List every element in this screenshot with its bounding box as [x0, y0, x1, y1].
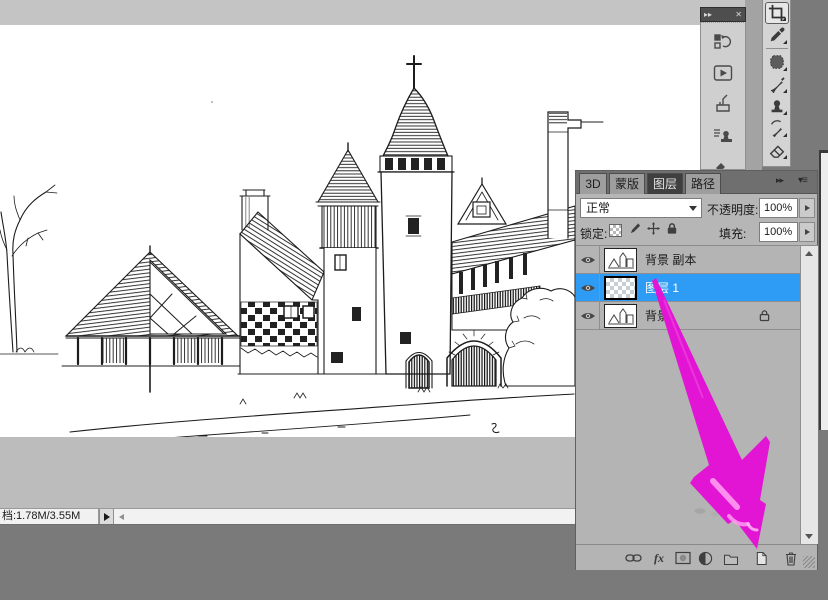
lock-transparency-icon[interactable]: [609, 224, 622, 237]
panel-tab-bar: 3D 蒙版 图层 路径 ▸▸ ▾≡: [576, 171, 817, 194]
right-arrow-icon: [805, 229, 810, 235]
link-layers-icon[interactable]: [624, 550, 642, 566]
lock-icon: [759, 309, 770, 325]
layer-name: 图层 1: [645, 279, 679, 296]
chevron-down-icon: [689, 206, 697, 211]
close-icon[interactable]: ✕: [735, 10, 742, 19]
layer-thumbnail[interactable]: [604, 248, 637, 272]
layer-list: 背景 副本 图层 1 背景: [576, 245, 800, 544]
history-icon[interactable]: [711, 31, 735, 53]
panel-gutter: [745, 0, 762, 170]
delete-layer-icon[interactable]: [782, 550, 800, 566]
opacity-spinner[interactable]: [799, 198, 815, 218]
new-layer-button[interactable]: [752, 550, 770, 566]
layer-style-icon[interactable]: fx: [650, 550, 668, 566]
layer-controls: 正常 不透明度: 100% 锁定: 填充: 100%: [576, 194, 817, 245]
eye-icon: [580, 311, 596, 321]
eyedropper-tool[interactable]: [765, 24, 789, 46]
dock-header: ▸▸ ✕: [700, 7, 746, 22]
eye-icon: [580, 255, 596, 265]
tab-paths[interactable]: 路径: [685, 173, 721, 194]
tool-separator: [766, 48, 788, 49]
layer-name: 背景 副本: [645, 251, 696, 268]
history-brush-tool[interactable]: [765, 117, 789, 139]
layer-thumbnail[interactable]: [604, 304, 637, 328]
layers-scrollbar[interactable]: [800, 245, 818, 544]
lock-all-icon[interactable]: [666, 222, 678, 238]
lock-options: [609, 222, 678, 238]
eye-icon: [580, 283, 596, 293]
layer-name: 背景: [645, 307, 669, 324]
status-menu-button[interactable]: [99, 509, 114, 524]
brushes-icon[interactable]: [711, 155, 735, 170]
opacity-label: 不透明度:: [707, 201, 758, 218]
new-group-icon[interactable]: [722, 550, 740, 566]
photoshop-window: 档:1.78M/3.55M ▸▸ ✕: [0, 0, 828, 600]
layer-row-layer-1[interactable]: 图层 1: [576, 274, 800, 302]
blend-mode-value: 正常: [586, 201, 610, 215]
actions-icon[interactable]: [711, 62, 735, 84]
brush-tool[interactable]: [765, 73, 789, 95]
eraser-tool[interactable]: [765, 139, 789, 161]
tools-panel: [762, 0, 791, 167]
panel-dock: ▸▸ ✕: [700, 7, 746, 170]
layers-bottom-bar: fx: [576, 544, 817, 570]
scroll-up-icon[interactable]: [805, 251, 813, 256]
hidden-panel-edge: [819, 150, 828, 430]
document-top-strip: [0, 0, 762, 25]
clone-source-icon[interactable]: [711, 124, 735, 146]
collapse-panel-icon[interactable]: ▸▸: [776, 175, 783, 186]
right-arrow-icon: [104, 513, 110, 521]
document-size-readout: 档:1.78M/3.55M: [0, 509, 99, 524]
horizontal-scrollbar[interactable]: [114, 509, 575, 524]
fill-value[interactable]: 100%: [759, 222, 798, 242]
fill-label: 填充:: [719, 225, 746, 242]
visibility-toggle[interactable]: [576, 274, 600, 301]
opacity-value[interactable]: 100%: [759, 198, 798, 218]
layer-thumbnail[interactable]: [604, 276, 637, 300]
add-layer-mask-icon[interactable]: [674, 550, 692, 566]
lock-move-icon[interactable]: [647, 222, 660, 238]
tab-masks[interactable]: 蒙版: [609, 173, 645, 194]
document-background: [0, 437, 575, 508]
lock-paint-icon[interactable]: [628, 222, 641, 238]
lock-label: 锁定:: [580, 225, 607, 242]
tab-layers[interactable]: 图层: [647, 173, 683, 194]
right-arrow-icon: [805, 205, 810, 211]
collapse-panels-icon[interactable]: ▸▸: [704, 10, 712, 19]
layers-panel: 3D 蒙版 图层 路径 ▸▸ ▾≡ 正常 不透明度: 100% 锁定: 填充:: [575, 170, 818, 570]
scroll-down-icon[interactable]: [805, 534, 813, 539]
scroll-left-icon: [119, 514, 124, 520]
fill-spinner[interactable]: [799, 222, 815, 242]
layer-row-background-copy[interactable]: 背景 副本: [576, 246, 800, 274]
visibility-toggle[interactable]: [576, 246, 600, 273]
panel-resize-grip[interactable]: [803, 556, 815, 568]
visibility-toggle[interactable]: [576, 302, 600, 329]
layer-row-background[interactable]: 背景: [576, 302, 800, 330]
blend-mode-select[interactable]: 正常: [580, 198, 702, 218]
tab-3d[interactable]: 3D: [579, 173, 607, 194]
crop-tool[interactable]: [765, 2, 789, 24]
clone-stamp-tool[interactable]: [765, 95, 789, 117]
tool-presets-icon[interactable]: [711, 93, 735, 115]
new-adjustment-layer-icon[interactable]: [696, 550, 714, 566]
spot-healing-tool[interactable]: [765, 51, 789, 73]
status-bar: 档:1.78M/3.55M: [0, 508, 575, 525]
panel-menu-icon[interactable]: ▾≡: [798, 175, 807, 186]
dock-body: [700, 22, 746, 170]
